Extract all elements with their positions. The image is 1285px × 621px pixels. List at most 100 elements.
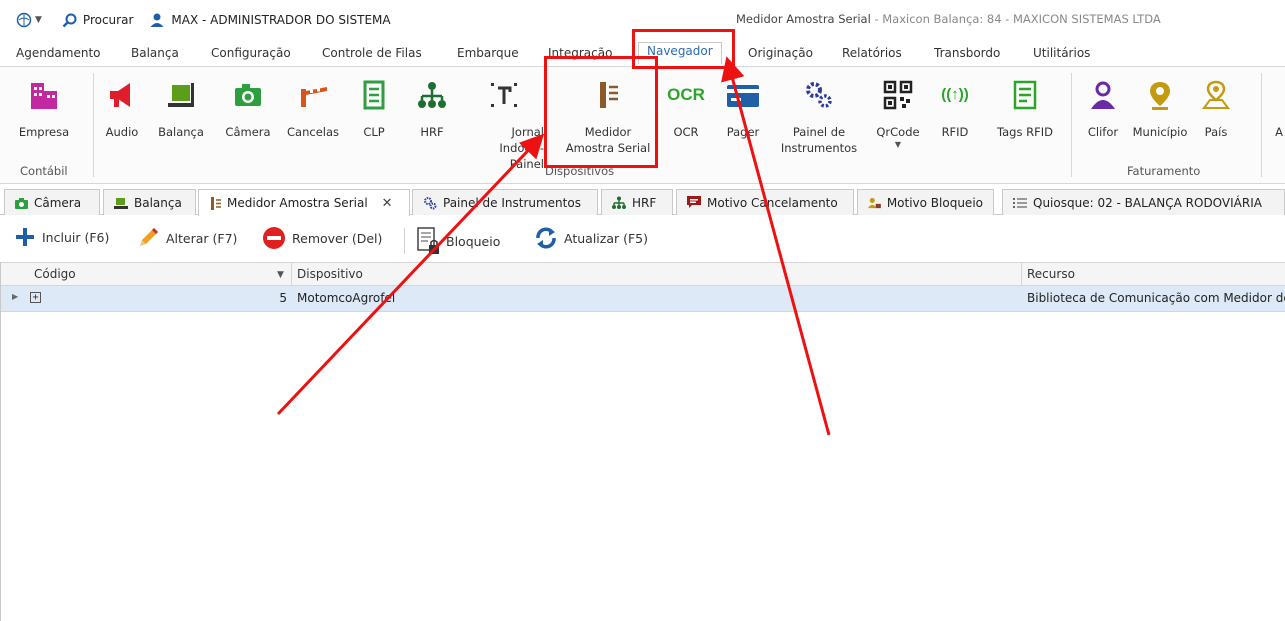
doctab-camera[interactable]: Câmera bbox=[4, 189, 100, 215]
ribbon-separator bbox=[1261, 73, 1262, 177]
clifor-button[interactable]: Clifor bbox=[1082, 77, 1124, 140]
gears-icon bbox=[806, 82, 832, 108]
edit-button[interactable]: Alterar (F7) bbox=[136, 226, 237, 250]
doctab-medidor-amostra-serial[interactable]: Medidor Amostra Serial ✕ bbox=[198, 189, 410, 216]
tab-utilitarios[interactable]: Utilitários bbox=[1033, 46, 1090, 60]
doctab-quiosque[interactable]: Quiosque: 02 - BALANÇA RODOVIÁRIA bbox=[1002, 189, 1285, 215]
doctab-hrf[interactable]: HRF bbox=[601, 189, 673, 215]
empresa-label: Empresa bbox=[18, 125, 70, 139]
user-label: MAX - ADMINISTRADOR DO SISTEMA bbox=[171, 13, 391, 27]
doctab-label: Câmera bbox=[34, 195, 82, 210]
tab-agendamento[interactable]: Agendamento bbox=[16, 46, 101, 60]
column-divider[interactable] bbox=[291, 263, 292, 287]
chevron-down-icon: ▼ bbox=[894, 140, 902, 149]
municipio-label: Município bbox=[1132, 125, 1188, 139]
doctab-label: Balança bbox=[134, 195, 182, 210]
user-menu[interactable]: MAX - ADMINISTRADOR DO SISTEMA bbox=[149, 12, 391, 28]
doctab-label: HRF bbox=[632, 195, 657, 210]
tab-configuracao[interactable]: Configuração bbox=[211, 46, 291, 60]
ribbon-separator bbox=[93, 73, 94, 177]
cell-recurso: Biblioteca de Comunicação com Medidor de… bbox=[1027, 291, 1285, 305]
search-icon bbox=[62, 13, 77, 27]
block-button[interactable]: Bloqueio bbox=[416, 226, 500, 256]
expand-icon[interactable]: + bbox=[30, 292, 41, 303]
sort-down-icon[interactable]: ▼ bbox=[277, 270, 284, 280]
search-button[interactable]: Procurar bbox=[62, 13, 133, 28]
close-icon[interactable]: ✕ bbox=[382, 196, 393, 211]
table-row[interactable]: ▶ + 5 MotomcoAgrofel Biblioteca de Comun… bbox=[1, 286, 1285, 312]
title-bar: ▼ Procurar MAX - ADMINISTRADOR DO SISTEM… bbox=[0, 0, 1285, 40]
minus-circle-icon bbox=[263, 227, 285, 249]
rfid-label: RFID bbox=[941, 125, 969, 139]
tags-rfid-button[interactable]: Tags RFID bbox=[990, 77, 1060, 140]
cell-codigo: 5 bbox=[279, 291, 287, 305]
hrf-button[interactable]: HRF bbox=[412, 77, 452, 140]
add-button[interactable]: Incluir (F6) bbox=[14, 226, 109, 248]
tab-balanca[interactable]: Balança bbox=[131, 46, 179, 60]
audio-button[interactable]: Audio bbox=[100, 77, 144, 140]
ocr-button[interactable]: OCR OCR bbox=[664, 77, 708, 140]
scale-icon bbox=[114, 197, 128, 209]
tab-controle-de-filas[interactable]: Controle de Filas bbox=[322, 46, 422, 60]
tab-originacao[interactable]: Originação bbox=[748, 46, 813, 60]
window-title: Medidor Amostra Serial - Maxicon Balança… bbox=[736, 12, 1161, 26]
cancelas-label: Cancelas bbox=[287, 125, 339, 139]
medidor-amostra-serial-button[interactable]: Medidor Amostra Serial bbox=[560, 77, 656, 156]
pager-button[interactable]: Pager bbox=[718, 77, 768, 140]
jornal-indoor-label: Jornal Indoor - Painel bbox=[499, 125, 544, 171]
remove-label: Remover (Del) bbox=[292, 230, 383, 246]
doctab-label: Quiosque: 02 - BALANÇA RODOVIÁRIA bbox=[1033, 195, 1262, 210]
cell-dispositivo: MotomcoAgrofel bbox=[297, 291, 396, 305]
qrcode-icon bbox=[883, 80, 913, 110]
refresh-button[interactable]: Atualizar (F5) bbox=[534, 226, 648, 250]
column-header-codigo[interactable]: Código bbox=[34, 267, 76, 281]
camera-button[interactable]: Câmera bbox=[218, 77, 278, 140]
toolbar-separator bbox=[404, 228, 405, 254]
clp-button[interactable]: CLP bbox=[356, 77, 392, 140]
doctab-label: Medidor Amostra Serial bbox=[227, 196, 368, 210]
app-menu-icon[interactable]: ▼ bbox=[16, 12, 42, 28]
cancelas-button[interactable]: Cancelas bbox=[284, 77, 342, 140]
doctab-motivo-cancelamento[interactable]: Motivo Cancelamento bbox=[676, 189, 854, 215]
camera-label: Câmera bbox=[225, 125, 271, 139]
hierarchy-icon bbox=[418, 82, 446, 108]
doctab-motivo-bloqueio[interactable]: Motivo Bloqueio bbox=[857, 189, 994, 215]
doctab-painel-instrumentos[interactable]: Painel de Instrumentos bbox=[412, 189, 598, 215]
person-icon bbox=[1091, 81, 1115, 109]
pager-icon bbox=[727, 85, 759, 107]
rfid-button[interactable]: ((↑)) RFID bbox=[935, 77, 975, 140]
municipio-button[interactable]: Município bbox=[1130, 77, 1190, 140]
column-header-dispositivo[interactable]: Dispositivo bbox=[297, 267, 363, 281]
doctab-label: Motivo Cancelamento bbox=[707, 195, 838, 210]
map-pin-icon bbox=[1150, 82, 1170, 110]
more-ribbon-button[interactable]: A bbox=[1272, 77, 1285, 140]
column-divider[interactable] bbox=[1021, 263, 1022, 287]
column-header-recurso[interactable]: Recurso bbox=[1027, 267, 1075, 281]
thermometer-icon bbox=[600, 82, 618, 108]
document-lock-icon bbox=[417, 227, 439, 254]
tab-embarque[interactable]: Embarque bbox=[457, 46, 519, 60]
doctab-label: Motivo Bloqueio bbox=[886, 195, 983, 210]
action-toolbar: Incluir (F6) Alterar (F7) Remover (Del) … bbox=[0, 224, 1285, 258]
empresa-button[interactable]: Empresa bbox=[14, 77, 74, 140]
more-ribbon-label: A bbox=[1275, 125, 1283, 139]
block-label: Bloqueio bbox=[446, 233, 501, 249]
remove-button[interactable]: Remover (Del) bbox=[262, 226, 382, 250]
tab-transbordo[interactable]: Transbordo bbox=[934, 46, 1000, 60]
qrcode-button[interactable]: QrCode ▼ bbox=[873, 77, 923, 150]
jornal-indoor-button[interactable]: Jornal Indoor - Painel bbox=[464, 77, 544, 172]
hierarchy-icon bbox=[612, 196, 626, 209]
balanca-button[interactable]: Balança bbox=[152, 77, 210, 140]
doctab-balanca[interactable]: Balança bbox=[103, 189, 196, 215]
data-grid: Código ▼ Dispositivo Recurso ▶ + 5 Motom… bbox=[0, 262, 1285, 621]
tab-integracao[interactable]: Integração bbox=[548, 46, 612, 60]
grid-header: Código ▼ Dispositivo Recurso bbox=[1, 262, 1285, 287]
tab-relatorios[interactable]: Relatórios bbox=[842, 46, 902, 60]
pais-button[interactable]: País bbox=[1196, 77, 1236, 140]
group-dispositivos: Dispositivos bbox=[545, 164, 615, 178]
add-label: Incluir (F6) bbox=[42, 229, 110, 245]
tab-navegador[interactable]: Navegador bbox=[638, 42, 722, 64]
painel-instrumentos-button[interactable]: Painel de Instrumentos bbox=[766, 77, 872, 156]
person-lock-icon bbox=[868, 197, 881, 208]
ribbon-menu-tabs: Agendamento Balança Configuração Control… bbox=[0, 42, 1285, 66]
